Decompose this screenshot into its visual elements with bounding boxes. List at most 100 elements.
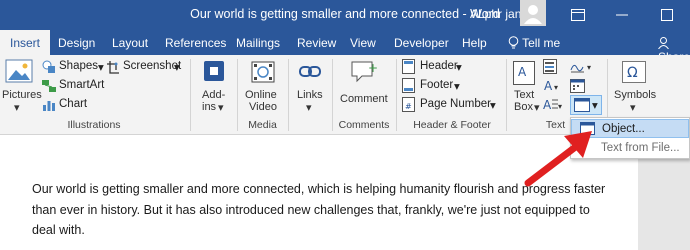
ribbon-display-options-button[interactable] (556, 0, 600, 30)
svg-text:▾: ▾ (587, 63, 591, 72)
signature-line-button[interactable]: ▾ (570, 59, 598, 75)
tab-design[interactable]: Design (58, 36, 95, 50)
page-number-button[interactable]: # Page Number ▾ (402, 97, 502, 113)
share-person-icon (658, 37, 669, 50)
online-video-label-line2: Video (249, 101, 277, 113)
user-icon (524, 5, 542, 24)
tab-review[interactable]: Review (297, 36, 336, 50)
online-video-label-line1: Online (245, 89, 277, 101)
tell-me-label: Tell me (522, 36, 561, 50)
calendar-icon (570, 79, 585, 93)
wordart-icon: A ▾ (544, 79, 558, 93)
group-divider (506, 59, 507, 131)
tell-me-box[interactable]: Tell me (508, 36, 560, 50)
tab-layout[interactable]: Layout (112, 36, 148, 50)
tab-mailings[interactable]: Mailings (236, 36, 280, 50)
svg-text:A: A (544, 79, 553, 93)
symbols-dropdown-icon: ▾ (630, 102, 636, 114)
tab-insert[interactable]: Insert (0, 30, 51, 55)
add-ins-label-line2: ins (202, 101, 217, 113)
object-icon (574, 98, 590, 112)
footer-label: Footer (420, 79, 454, 91)
svg-text:Ω: Ω (627, 65, 638, 81)
menu-item-object[interactable]: Object... (571, 119, 689, 138)
header-button[interactable]: Header ▾ (402, 59, 472, 75)
date-time-button[interactable] (570, 78, 594, 94)
text-box-button[interactable]: A Text Box ▾ (510, 57, 540, 117)
shapes-icon (42, 60, 55, 73)
smartart-icon (42, 80, 56, 92)
tab-help[interactable]: Help (462, 36, 487, 50)
maximize-icon (661, 9, 673, 21)
quick-parts-icon (543, 59, 557, 74)
shapes-dropdown-icon: ▾ (98, 62, 104, 74)
tab-view[interactable]: View (350, 36, 376, 50)
group-divider (237, 59, 238, 131)
menu-item-object-label: Object... (602, 123, 645, 135)
comment-label: Comment (340, 93, 388, 105)
chart-icon (43, 101, 55, 111)
group-divider (288, 59, 289, 131)
screenshot-button[interactable]: Screenshot ▾ (106, 59, 186, 75)
menu-item-text-from-file-label: Text from File... (601, 142, 680, 154)
svg-text:+: + (368, 61, 378, 75)
pictures-icon (5, 59, 33, 83)
links-label: Links (297, 89, 323, 101)
page-number-dropdown-icon: ▾ (490, 100, 496, 112)
pictures-button[interactable]: Pictures ▾ (0, 57, 42, 117)
links-button[interactable]: Links ▾ (293, 57, 327, 117)
footer-dropdown-icon: ▾ (454, 81, 460, 93)
title-bar: Our world is getting smaller and more co… (0, 0, 690, 30)
text-box-icon: A (513, 61, 535, 85)
pictures-dropdown-icon: ▾ (14, 102, 20, 114)
svg-text:A: A (518, 65, 527, 79)
object-icon (580, 122, 595, 135)
smartart-button[interactable]: SmartArt (42, 78, 104, 94)
text-box-label-line1: Text (514, 89, 535, 101)
omega-icon: Ω (622, 61, 646, 83)
screenshot-icon (107, 61, 119, 74)
minimize-button[interactable] (600, 0, 644, 30)
maximize-button[interactable] (645, 0, 689, 30)
screenshot-dropdown-icon: ▾ (174, 62, 180, 74)
new-comment-button[interactable]: + Comment (338, 57, 390, 117)
group-divider (396, 59, 397, 131)
store-icon (204, 61, 224, 81)
drop-cap-button[interactable]: A ▾ (543, 97, 567, 113)
page-number-icon: # (402, 97, 415, 112)
header-dropdown-icon: ▾ (456, 62, 462, 74)
drop-cap-icon: A ▾ (543, 98, 562, 112)
wordart-button[interactable]: A ▾ (543, 78, 565, 94)
signature-line-icon: ▾ (570, 63, 591, 73)
user-name[interactable]: ALphr jan (470, 7, 521, 21)
minimize-icon (616, 14, 628, 16)
chart-button[interactable]: Chart (42, 97, 92, 113)
shapes-button[interactable]: Shapes ▾ (42, 59, 112, 75)
footer-button[interactable]: Footer ▾ (402, 78, 472, 94)
object-button[interactable]: ▾ (570, 95, 602, 115)
add-ins-dropdown-icon: ▾ (218, 102, 224, 114)
group-divider (190, 59, 191, 131)
footer-icon (402, 78, 415, 93)
ribbon-tabs: Insert Design Layout References Mailings… (0, 30, 690, 64)
shapes-label: Shapes (59, 60, 99, 72)
document-paragraph[interactable]: Our world is getting smaller and more co… (32, 179, 612, 241)
add-ins-button[interactable]: Add- ins ▾ (196, 57, 232, 117)
menu-item-text-from-file[interactable]: Text from File... (571, 139, 689, 158)
media-group-label: Media (248, 119, 277, 131)
screenshot-label: Screenshot (123, 60, 182, 72)
link-icon (299, 66, 321, 77)
object-dropdown-icon: ▾ (592, 100, 598, 112)
symbols-button[interactable]: Ω Symbols ▾ (612, 57, 656, 117)
text-box-label-line2: Box (514, 101, 533, 113)
symbols-label: Symbols (614, 89, 657, 101)
avatar[interactable] (520, 0, 546, 26)
film-icon (251, 61, 275, 83)
tab-developer[interactable]: Developer (394, 36, 449, 50)
tab-references[interactable]: References (165, 36, 226, 50)
header-icon (402, 59, 415, 74)
svg-text:#: # (405, 102, 412, 111)
online-video-button[interactable]: Online Video (243, 57, 283, 117)
quick-parts-button[interactable] (543, 59, 565, 75)
comment-icon: + (351, 61, 378, 83)
